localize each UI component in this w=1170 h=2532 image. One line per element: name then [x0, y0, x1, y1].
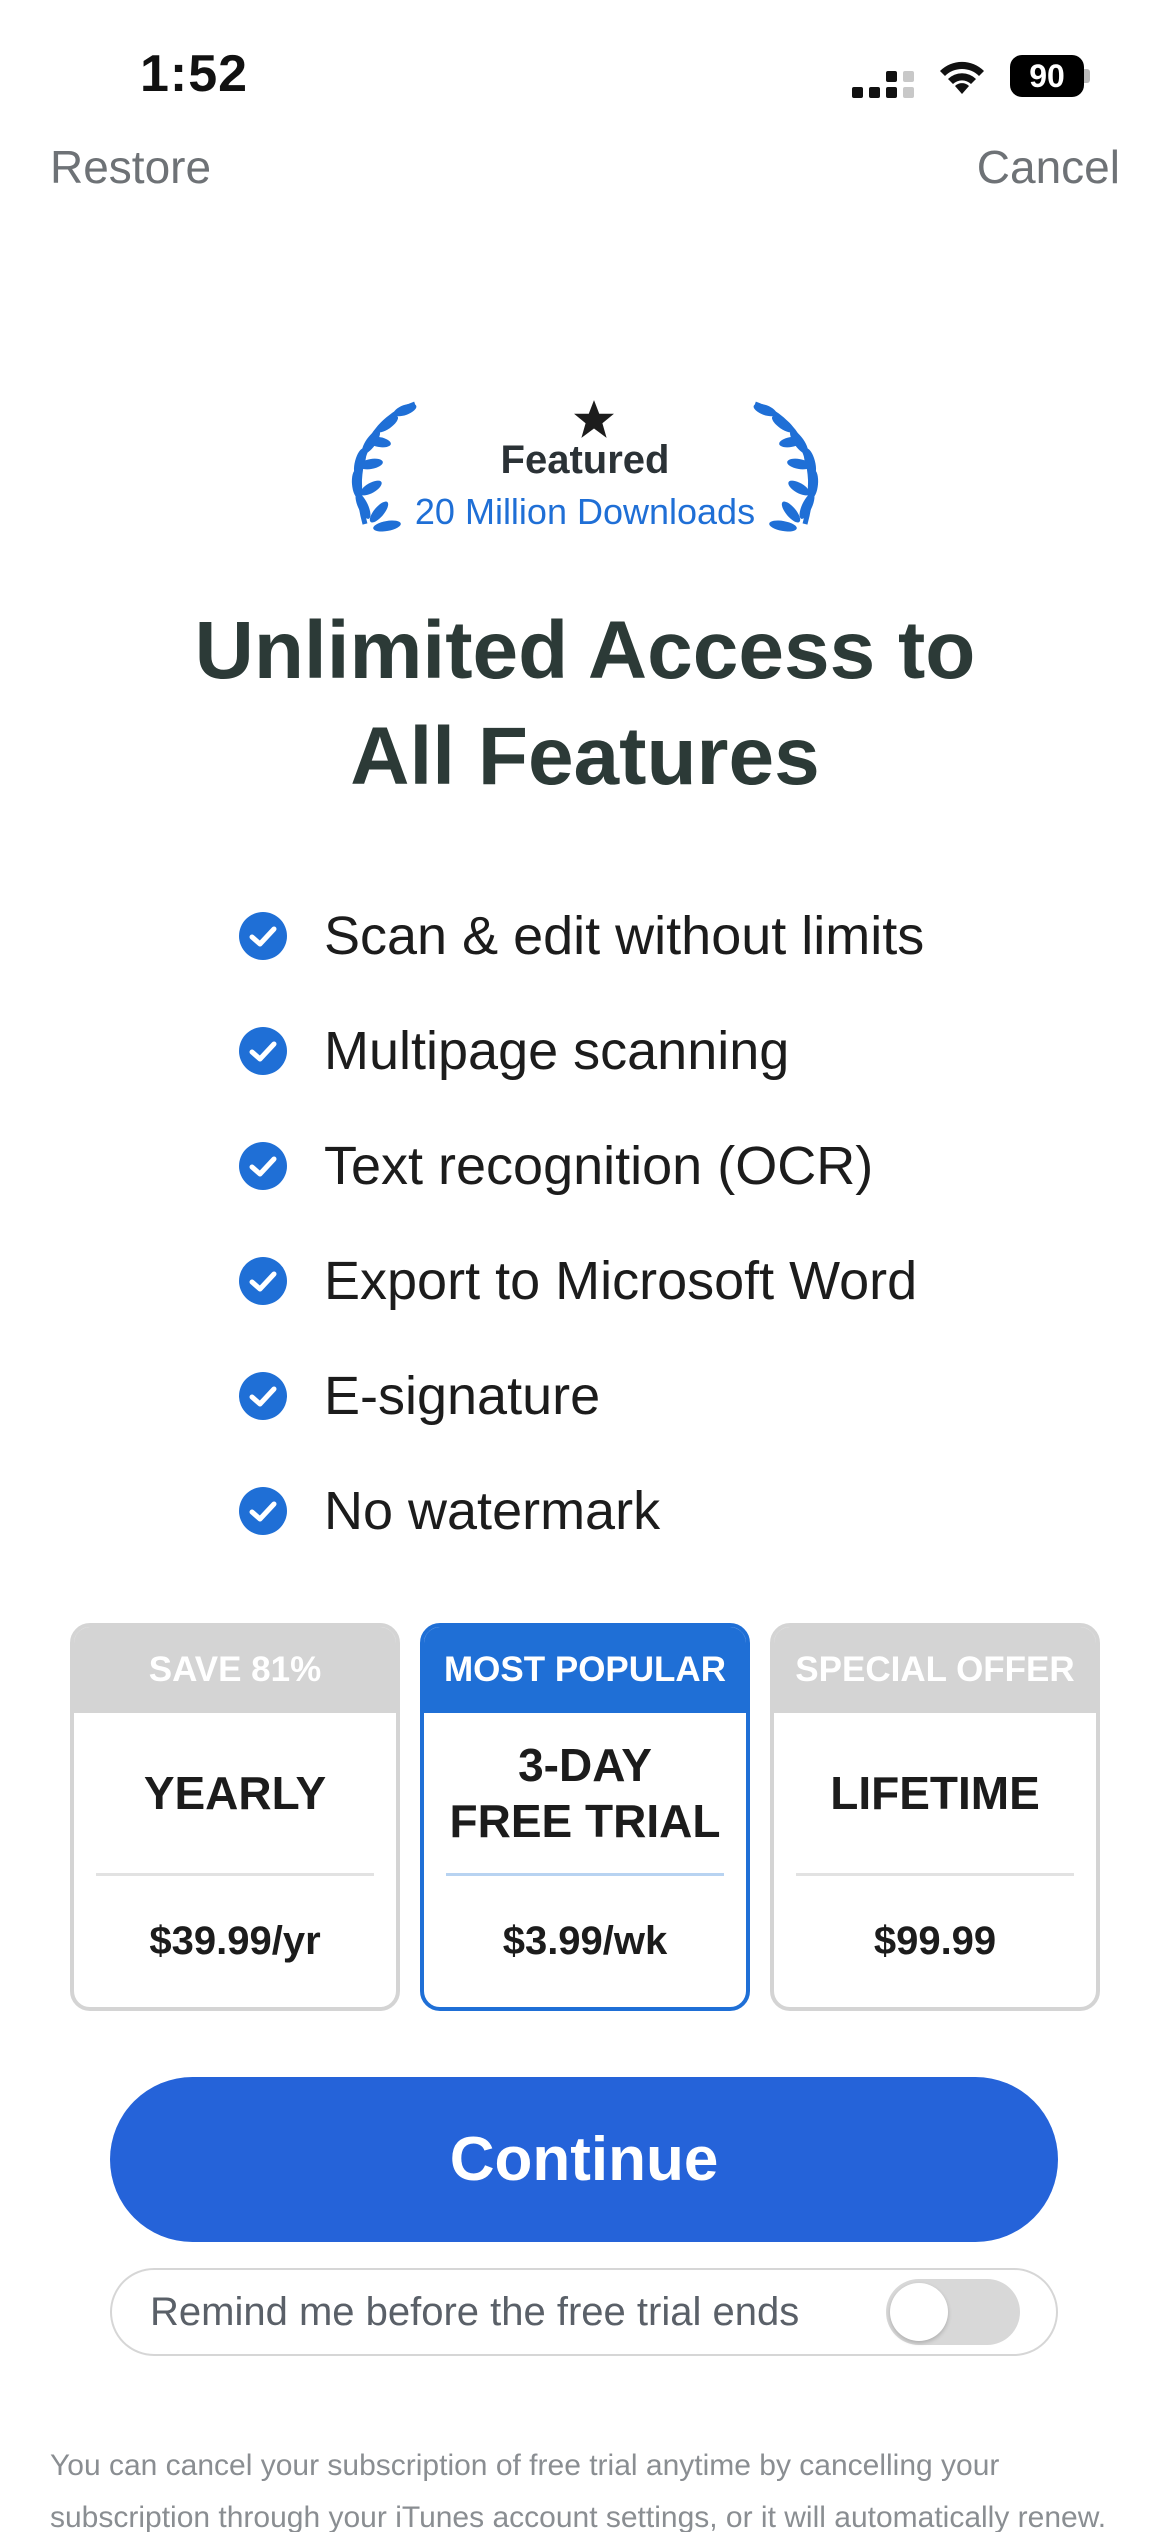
featured-badge: Featured 20 Million Downloads	[335, 398, 835, 538]
plan-name: YEARLY	[143, 1767, 327, 1819]
reminder-label: Remind me before the free trial ends	[150, 2289, 800, 2334]
plan-card-yearly[interactable]: SAVE 81% YEARLY $39.99/yr	[70, 1623, 400, 2011]
feature-label: Scan & edit without limits	[324, 905, 925, 966]
check-circle-icon	[239, 1026, 287, 1075]
wifi-icon	[940, 61, 984, 94]
plan-tag: SAVE 81%	[74, 1627, 396, 1713]
signal-icon	[852, 54, 914, 98]
plan-card-trial[interactable]: MOST POPULAR 3-DAY FREE TRIAL $3.99/wk	[420, 1623, 750, 2011]
check-circle-icon	[239, 1486, 287, 1535]
title-line-1: Unlimited Access to	[194, 605, 976, 696]
feature-label: Text recognition (OCR)	[324, 1135, 874, 1196]
cancel-button[interactable]: Cancel	[977, 140, 1120, 194]
reminder-toggle[interactable]	[886, 2279, 1020, 2345]
title-line-2: All Features	[350, 711, 820, 802]
feature-item: Scan & edit without limits	[238, 878, 924, 993]
plan-card-lifetime[interactable]: SPECIAL OFFER LIFETIME $99.99	[770, 1623, 1100, 2011]
restore-button[interactable]: Restore	[50, 140, 211, 194]
plan-price: $99.99	[873, 1918, 997, 1963]
status-icons: 90	[852, 54, 1090, 98]
battery-level: 90	[1010, 55, 1084, 97]
continue-button[interactable]: Continue	[110, 2077, 1058, 2242]
check-circle-icon	[239, 1256, 287, 1305]
reminder-row: Remind me before the free trial ends	[110, 2268, 1058, 2356]
page-title: Unlimited Access to All Features	[85, 598, 1085, 810]
battery-icon: 90	[1010, 55, 1090, 97]
status-time: 1:52	[140, 45, 249, 103]
plan-tag: SPECIAL OFFER	[774, 1627, 1096, 1713]
feature-label: Multipage scanning	[324, 1020, 790, 1081]
legal-line-2: subscription through your iTunes account…	[50, 2501, 1107, 2532]
check-circle-icon	[239, 1371, 287, 1420]
star-icon	[574, 400, 614, 438]
legal-text: You can cancel your subscription of free…	[50, 2440, 1130, 2532]
toggle-knob	[890, 2283, 948, 2341]
feature-list: Scan & edit without limits Multipage sca…	[238, 878, 924, 1568]
feature-item: E-signature	[238, 1338, 924, 1453]
feature-label: Export to Microsoft Word	[324, 1250, 918, 1311]
feature-label: E-signature	[324, 1365, 601, 1426]
feature-item: Text recognition (OCR)	[238, 1108, 924, 1223]
feature-label: No watermark	[324, 1480, 661, 1541]
paywall-screen: 1:52 90 Restore Cancel Featured 20 Milli…	[0, 0, 1170, 2532]
plan-selector: SAVE 81% YEARLY $39.99/yr MOST POPULAR 3…	[70, 1623, 1100, 2015]
feature-item: Export to Microsoft Word	[238, 1223, 924, 1338]
plan-price: $39.99/yr	[149, 1918, 321, 1963]
plan-price: $3.99/wk	[502, 1918, 668, 1963]
laurel-icon	[753, 401, 819, 532]
check-circle-icon	[239, 1141, 287, 1190]
check-circle-icon	[239, 911, 287, 960]
feature-item: Multipage scanning	[238, 993, 924, 1108]
plan-name: 3-DAY FREE TRIAL	[449, 1739, 721, 1847]
feature-item: No watermark	[238, 1453, 924, 1568]
plan-tag: MOST POPULAR	[424, 1627, 746, 1713]
plan-name: LIFETIME	[830, 1767, 1040, 1819]
legal-line-1: You can cancel your subscription of free…	[50, 2449, 1000, 2482]
